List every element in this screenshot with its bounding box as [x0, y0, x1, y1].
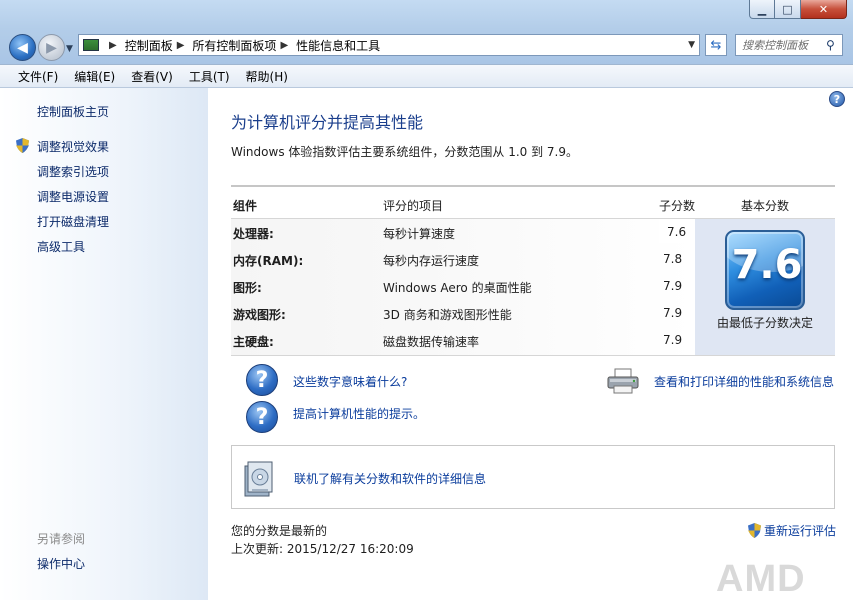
- back-arrow-icon: ◀: [17, 39, 28, 56]
- breadcrumb-separator-icon[interactable]: ▶: [177, 40, 185, 51]
- score-table: 组件 评分的项目 子分数 基本分数 处理器: 每秒计算速度 7.6 内存(RAM…: [231, 185, 835, 356]
- window-controls: ▁ □ ✕: [749, 0, 847, 19]
- online-info-box: 联机了解有关分数和软件的详细信息: [231, 445, 835, 509]
- row-score: 7.9: [663, 279, 683, 293]
- table-row: 图形: Windows Aero 的桌面性能 7.9: [231, 273, 695, 300]
- forward-button[interactable]: ▶: [38, 34, 65, 61]
- breadcrumb-separator-icon[interactable]: ▶: [280, 40, 288, 51]
- control-panel-icon: [83, 39, 99, 51]
- header-subscore: 子分数: [659, 199, 696, 213]
- table-body: 处理器: 每秒计算速度 7.6 内存(RAM): 每秒内存运行速度 7.8 图形…: [231, 219, 695, 356]
- sidebar: 控制面板主页 调整视觉效果 调整索引选项 调整电源设置 打开磁盘清理 高级工具 …: [0, 88, 208, 600]
- menu-view[interactable]: 查看(V): [123, 68, 181, 85]
- row-item: 每秒计算速度: [383, 227, 456, 241]
- uac-shield-icon: [16, 138, 29, 153]
- breadcrumb-all-items[interactable]: 所有控制面板项: [192, 37, 276, 54]
- uac-shield-icon: [748, 523, 761, 538]
- table-row: 主硬盘: 磁盘数据传输速率 7.9: [231, 327, 695, 354]
- page-subtitle: Windows 体验指数评估主要系统组件，分数范围从 1.0 到 7.9。: [231, 145, 578, 159]
- online-info-link[interactable]: 联机了解有关分数和软件的详细信息: [294, 470, 486, 487]
- amd-watermark: AMD: [716, 558, 806, 600]
- row-component: 游戏图形:: [233, 308, 286, 322]
- table-row: 处理器: 每秒计算速度 7.6: [231, 219, 695, 246]
- row-score: 7.6: [659, 219, 693, 243]
- see-also-heading: 另请参阅: [37, 532, 86, 546]
- recent-pages-dropdown-icon[interactable]: ▼: [66, 44, 73, 54]
- row-component: 内存(RAM):: [233, 254, 304, 268]
- header-component: 组件: [233, 199, 258, 213]
- printer-icon: [607, 368, 639, 394]
- forward-arrow-icon: ▶: [46, 39, 57, 56]
- row-item: 磁盘数据传输速率: [383, 335, 480, 349]
- row-component: 图形:: [233, 281, 262, 295]
- base-score-note: 由最低子分数决定: [716, 316, 813, 330]
- header-basescore: 基本分数: [741, 199, 790, 213]
- menu-file[interactable]: 文件(F): [10, 68, 66, 85]
- breadcrumb-separator-icon: ▶: [109, 39, 117, 51]
- minimize-button[interactable]: ▁: [749, 0, 775, 19]
- base-score-badge: 7.6: [725, 230, 805, 310]
- address-dropdown-icon[interactable]: ▼: [688, 40, 695, 50]
- base-score-panel: 7.6 由最低子分数决定: [695, 219, 835, 356]
- row-item: Windows Aero 的桌面性能: [383, 281, 532, 295]
- search-icon[interactable]: ⚲: [826, 38, 835, 52]
- question-icon: ?: [246, 401, 278, 433]
- breadcrumb: ▶ 控制面板 ▶ 所有控制面板项 ▶ 性能信息和工具: [105, 37, 380, 54]
- close-button[interactable]: ✕: [801, 0, 847, 19]
- row-component: 主硬盘:: [233, 335, 274, 349]
- menu-bar: 文件(F) 编辑(E) 查看(V) 工具(T) 帮助(H): [0, 64, 853, 88]
- search-input[interactable]: [742, 38, 826, 52]
- table-row: 内存(RAM): 每秒内存运行速度 7.8: [231, 246, 695, 273]
- print-details-link[interactable]: 查看和打印详细的性能和系统信息: [654, 373, 834, 390]
- row-score: 7.9: [663, 333, 683, 347]
- header-rated-item: 评分的项目: [383, 199, 444, 213]
- sidebar-item-action-center[interactable]: 操作中心: [37, 555, 85, 572]
- sidebar-item-disk-cleanup[interactable]: 打开磁盘清理: [37, 213, 109, 230]
- refresh-button[interactable]: ⇆: [705, 34, 727, 56]
- sidebar-item-indexing[interactable]: 调整索引选项: [37, 163, 109, 180]
- help-icon[interactable]: ?: [829, 91, 845, 107]
- search-box[interactable]: ⚲: [735, 34, 843, 56]
- base-score-value: 7.6: [731, 242, 803, 288]
- menu-help[interactable]: 帮助(H): [238, 68, 296, 85]
- row-score: 7.9: [663, 306, 683, 320]
- page-title: 为计算机评分并提高其性能: [231, 113, 424, 132]
- row-item: 3D 商务和游戏图形性能: [383, 308, 512, 322]
- main-content: ? 为计算机评分并提高其性能 Windows 体验指数评估主要系统组件，分数范围…: [208, 88, 853, 600]
- rerun-assessment-button[interactable]: 重新运行评估: [748, 522, 836, 539]
- address-bar[interactable]: ▶ 控制面板 ▶ 所有控制面板项 ▶ 性能信息和工具 ▼: [78, 34, 700, 56]
- what-numbers-mean-link[interactable]: 这些数字意味着什么?: [293, 373, 407, 390]
- breadcrumb-control-panel[interactable]: 控制面板: [125, 37, 173, 54]
- last-update: 上次更新: 2015/12/27 16:20:09: [231, 542, 414, 556]
- table-row: 游戏图形: 3D 商务和游戏图形性能 7.9: [231, 300, 695, 327]
- sidebar-item-advanced-tools[interactable]: 高级工具: [37, 238, 85, 255]
- row-component: 处理器:: [233, 227, 274, 241]
- table-header: 组件 评分的项目 子分数 基本分数: [231, 185, 835, 219]
- performance-tips-link[interactable]: 提高计算机性能的提示。: [293, 405, 425, 422]
- breadcrumb-performance-tools[interactable]: 性能信息和工具: [296, 37, 380, 54]
- software-box-icon: [244, 461, 273, 497]
- sidebar-item-power[interactable]: 调整电源设置: [37, 188, 109, 205]
- row-score: 7.8: [663, 252, 683, 266]
- title-bar: ▁ □ ✕ ◀ ▶ ▼ ▶ 控制面板 ▶ 所有控制面板项 ▶ 性能信息和工具 ▼…: [0, 0, 853, 64]
- back-button[interactable]: ◀: [9, 34, 36, 61]
- menu-edit[interactable]: 编辑(E): [66, 68, 123, 85]
- maximize-button[interactable]: □: [775, 0, 801, 19]
- score-status: 您的分数是最新的: [231, 524, 328, 538]
- row-item: 每秒内存运行速度: [383, 254, 480, 268]
- menu-tools[interactable]: 工具(T): [181, 68, 238, 85]
- rerun-assessment-label: 重新运行评估: [764, 524, 837, 538]
- refresh-icon: ⇆: [710, 37, 722, 53]
- sidebar-item-home[interactable]: 控制面板主页: [37, 103, 109, 120]
- question-icon: ?: [246, 364, 278, 396]
- sidebar-item-visual-effects[interactable]: 调整视觉效果: [37, 138, 109, 155]
